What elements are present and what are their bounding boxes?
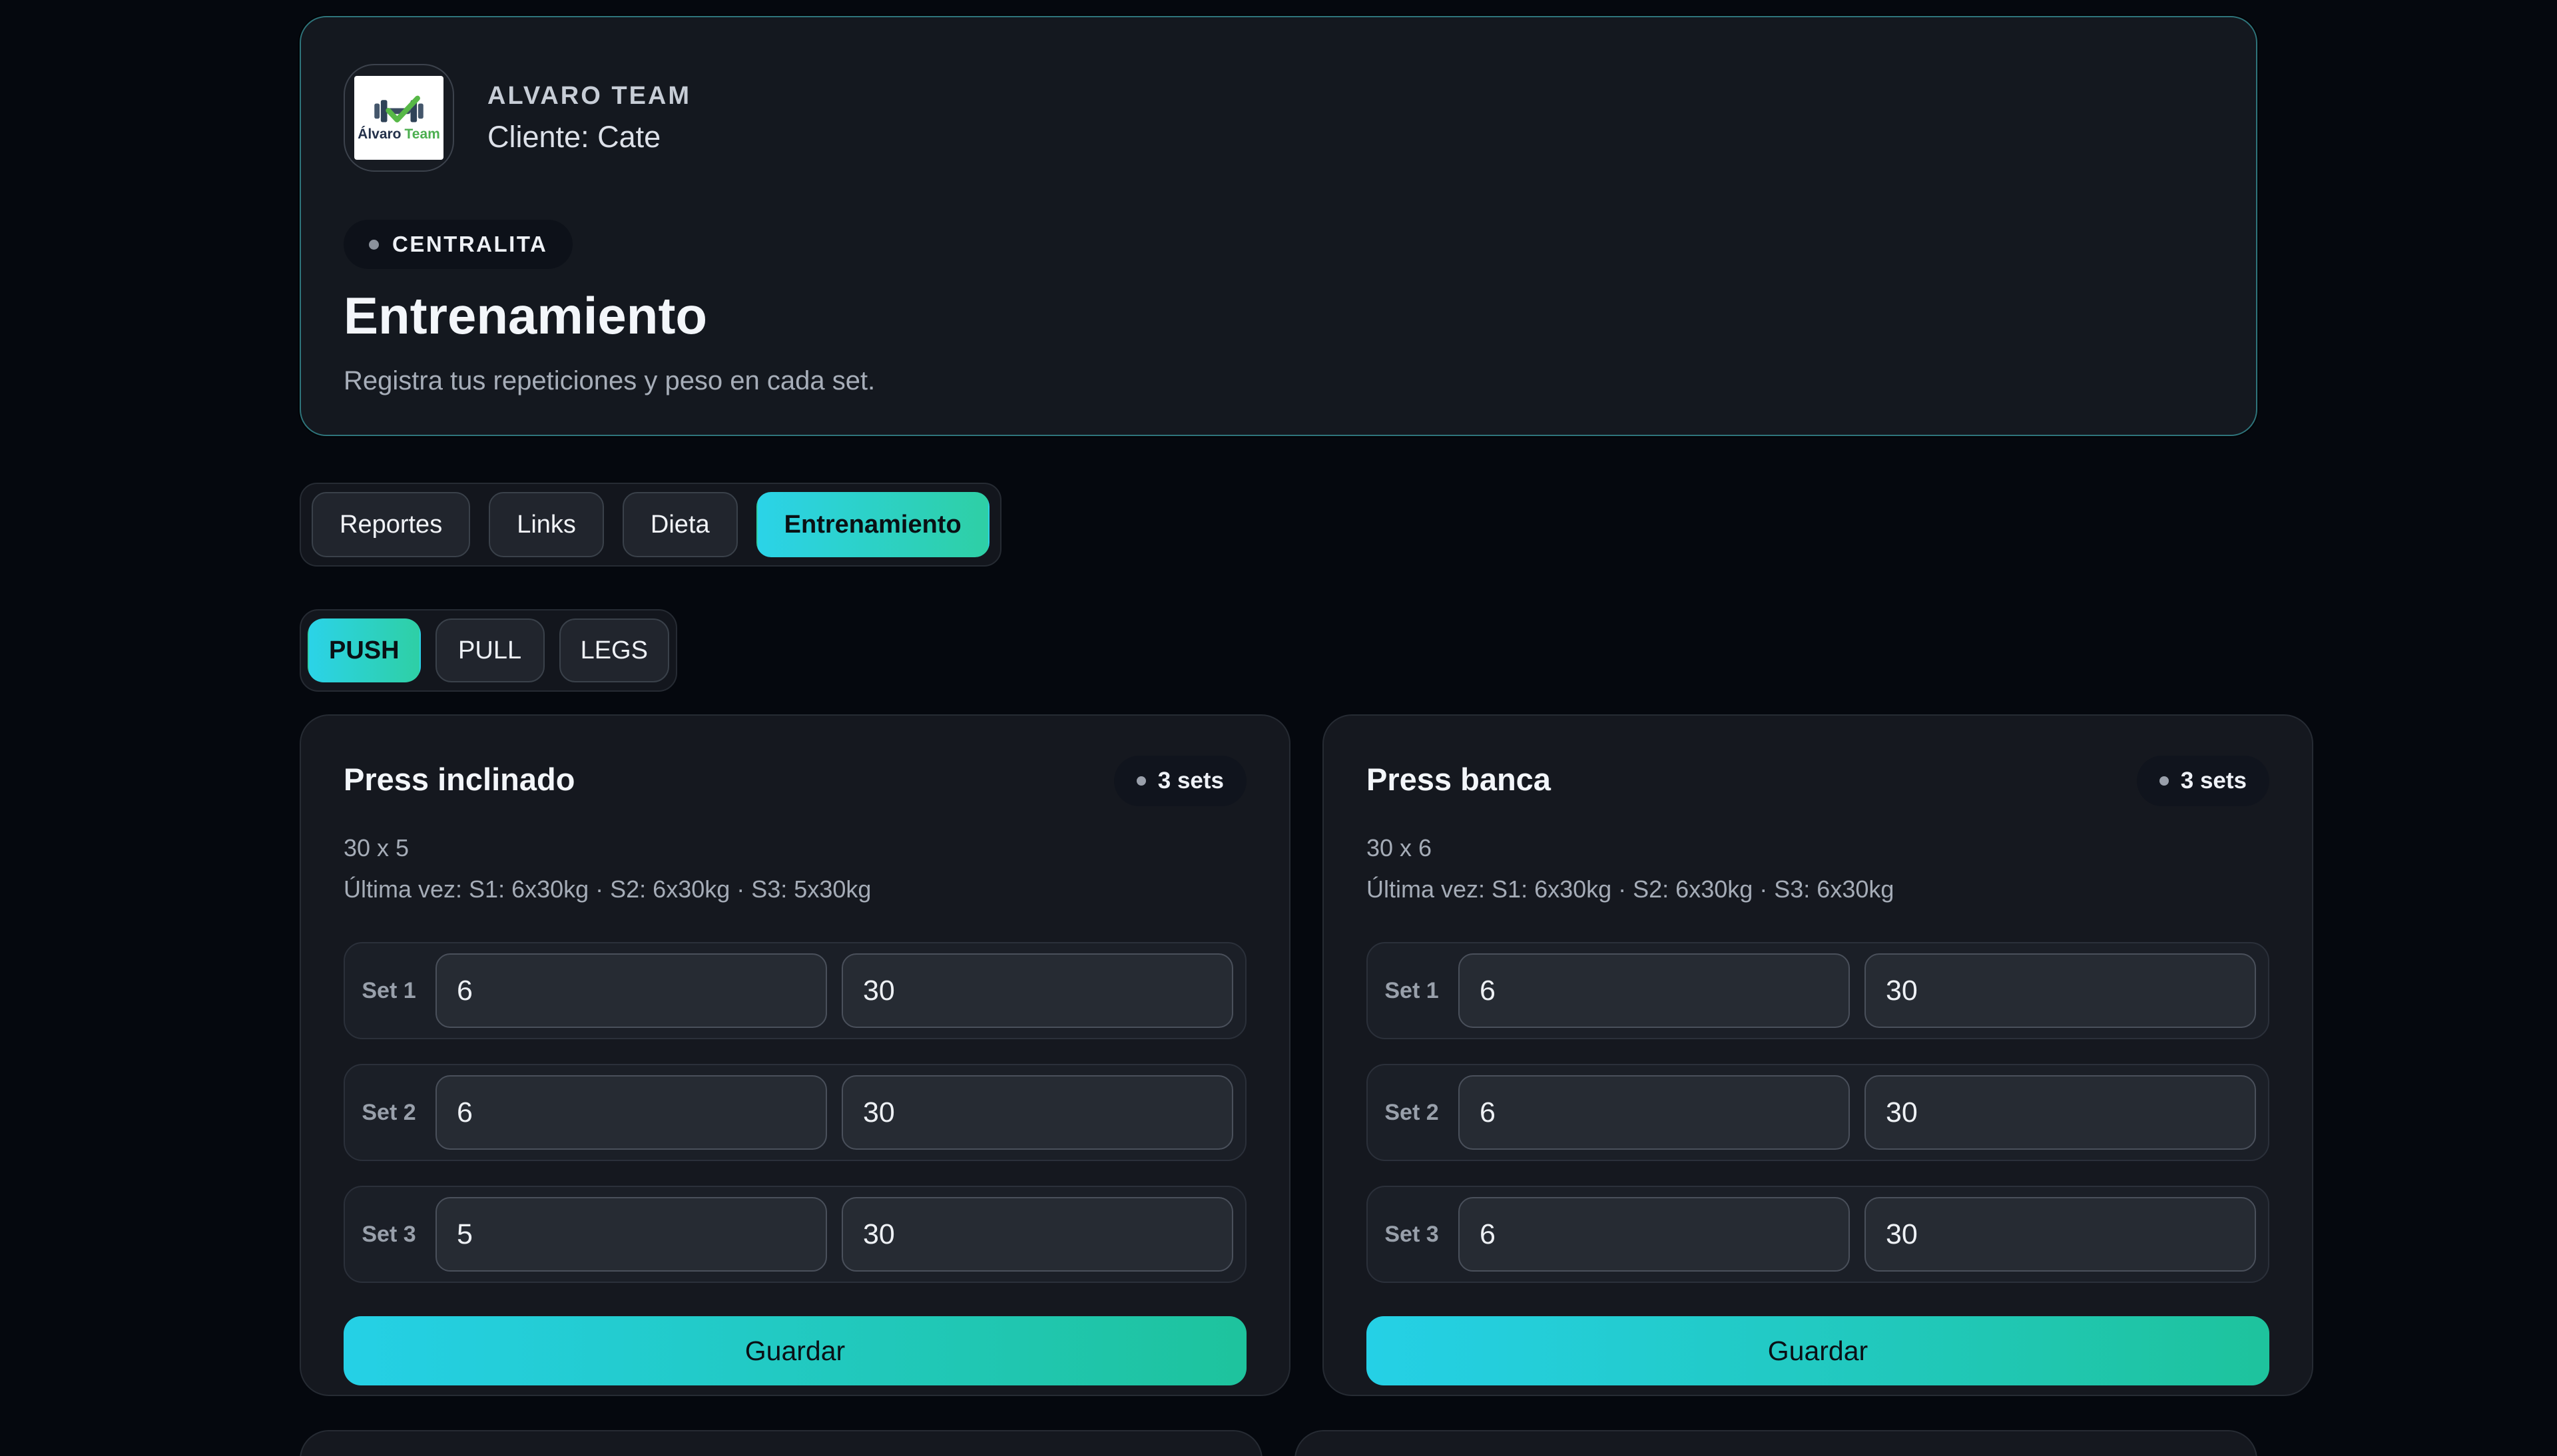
reps-input[interactable] — [435, 1197, 827, 1272]
exercise-card-partial — [1294, 1430, 2257, 1456]
weight-input[interactable] — [1864, 1075, 2256, 1150]
set-label: Set 2 — [1380, 1100, 1444, 1126]
exercise-card-partial — [300, 1430, 1263, 1456]
status-dot-icon — [369, 240, 379, 250]
hero-card: ÁlvaroTeam ALVARO TEAM Cliente: Cate CEN… — [300, 16, 2257, 436]
reps-input[interactable] — [435, 953, 827, 1028]
card-header: Press banca 3 sets — [1366, 756, 2269, 806]
reps-input[interactable] — [1458, 1075, 1850, 1150]
logo-name-accent: Team — [405, 126, 440, 142]
weight-input[interactable] — [842, 1075, 1233, 1150]
tab-reportes[interactable]: Reportes — [312, 492, 470, 557]
workout-tabs: PUSH PULL LEGS — [300, 609, 677, 692]
set-row: Set 3 — [1366, 1186, 2269, 1283]
set-label: Set 3 — [357, 1222, 421, 1248]
logo-name-primary: Álvaro — [358, 126, 401, 142]
tab-dieta[interactable]: Dieta — [623, 492, 738, 557]
prescription-text: 30 x 6 — [1366, 834, 2269, 862]
weight-input[interactable] — [842, 1197, 1233, 1272]
reps-input[interactable] — [435, 1075, 827, 1150]
team-logo-text: ÁlvaroTeam — [358, 127, 440, 141]
sets-count-badge: 3 sets — [2137, 756, 2269, 806]
reps-input[interactable] — [1458, 953, 1850, 1028]
client-name: Cliente: Cate — [487, 120, 691, 154]
last-session-text: Última vez: S1: 6x30kg · S2: 6x30kg · S3… — [344, 875, 1247, 903]
set-row: Set 2 — [1366, 1064, 2269, 1161]
weight-input[interactable] — [1864, 953, 2256, 1028]
set-row: Set 1 — [344, 942, 1247, 1039]
sets-count-badge: 3 sets — [1114, 756, 1247, 806]
card-header: Press inclinado 3 sets — [344, 756, 1247, 806]
team-name: ALVARO TEAM — [487, 82, 691, 111]
exercise-grid: Press inclinado 3 sets 30 x 5 Última vez… — [300, 714, 2257, 1396]
centralita-badge: CENTRALITA — [344, 220, 573, 269]
prescription-text: 30 x 5 — [344, 834, 1247, 862]
tab-entrenamiento[interactable]: Entrenamiento — [756, 492, 990, 557]
tab-pull[interactable]: PULL — [435, 618, 545, 682]
status-dot-icon — [1137, 776, 1146, 786]
team-logo: ÁlvaroTeam — [354, 76, 443, 160]
sets-count-label: 3 sets — [1158, 768, 1224, 794]
dumbbell-check-icon — [371, 95, 427, 126]
content-column: ÁlvaroTeam ALVARO TEAM Cliente: Cate CEN… — [300, 0, 2257, 1456]
reps-input[interactable] — [1458, 1197, 1850, 1272]
set-label: Set 3 — [1380, 1222, 1444, 1248]
sets-count-label: 3 sets — [2181, 768, 2247, 794]
set-row: Set 1 — [1366, 942, 2269, 1039]
weight-input[interactable] — [1864, 1197, 2256, 1272]
centralita-badge-label: CENTRALITA — [392, 232, 547, 257]
exercise-name: Press banca — [1366, 756, 1551, 798]
page-title: Entrenamiento — [344, 289, 2213, 344]
page: ÁlvaroTeam ALVARO TEAM Cliente: Cate CEN… — [0, 0, 2557, 1456]
set-label: Set 1 — [357, 978, 421, 1004]
tab-links[interactable]: Links — [489, 492, 604, 557]
page-subtitle: Registra tus repeticiones y peso en cada… — [344, 366, 2213, 396]
set-label: Set 2 — [357, 1100, 421, 1126]
main-tabs: Reportes Links Dieta Entrenamiento — [300, 483, 1001, 567]
weight-input[interactable] — [842, 953, 1233, 1028]
client-info: ALVARO TEAM Cliente: Cate — [487, 82, 691, 154]
exercise-card-press-banca: Press banca 3 sets 30 x 6 Última vez: S1… — [1322, 714, 2313, 1396]
team-avatar: ÁlvaroTeam — [344, 64, 454, 172]
exercise-grid-next-row — [300, 1430, 2257, 1456]
exercise-name: Press inclinado — [344, 756, 575, 798]
tab-legs[interactable]: LEGS — [559, 618, 669, 682]
exercise-card-press-inclinado: Press inclinado 3 sets 30 x 5 Última vez… — [300, 714, 1290, 1396]
save-button[interactable]: Guardar — [344, 1316, 1247, 1385]
last-session-text: Última vez: S1: 6x30kg · S2: 6x30kg · S3… — [1366, 875, 2269, 903]
workout-tabs-wrap: PUSH PULL LEGS — [300, 609, 2257, 692]
hero-header: ÁlvaroTeam ALVARO TEAM Cliente: Cate — [344, 64, 2213, 172]
tab-push[interactable]: PUSH — [308, 618, 421, 682]
set-row: Set 3 — [344, 1186, 1247, 1283]
set-row: Set 2 — [344, 1064, 1247, 1161]
save-button[interactable]: Guardar — [1366, 1316, 2269, 1385]
status-dot-icon — [2159, 776, 2169, 786]
set-label: Set 1 — [1380, 978, 1444, 1004]
